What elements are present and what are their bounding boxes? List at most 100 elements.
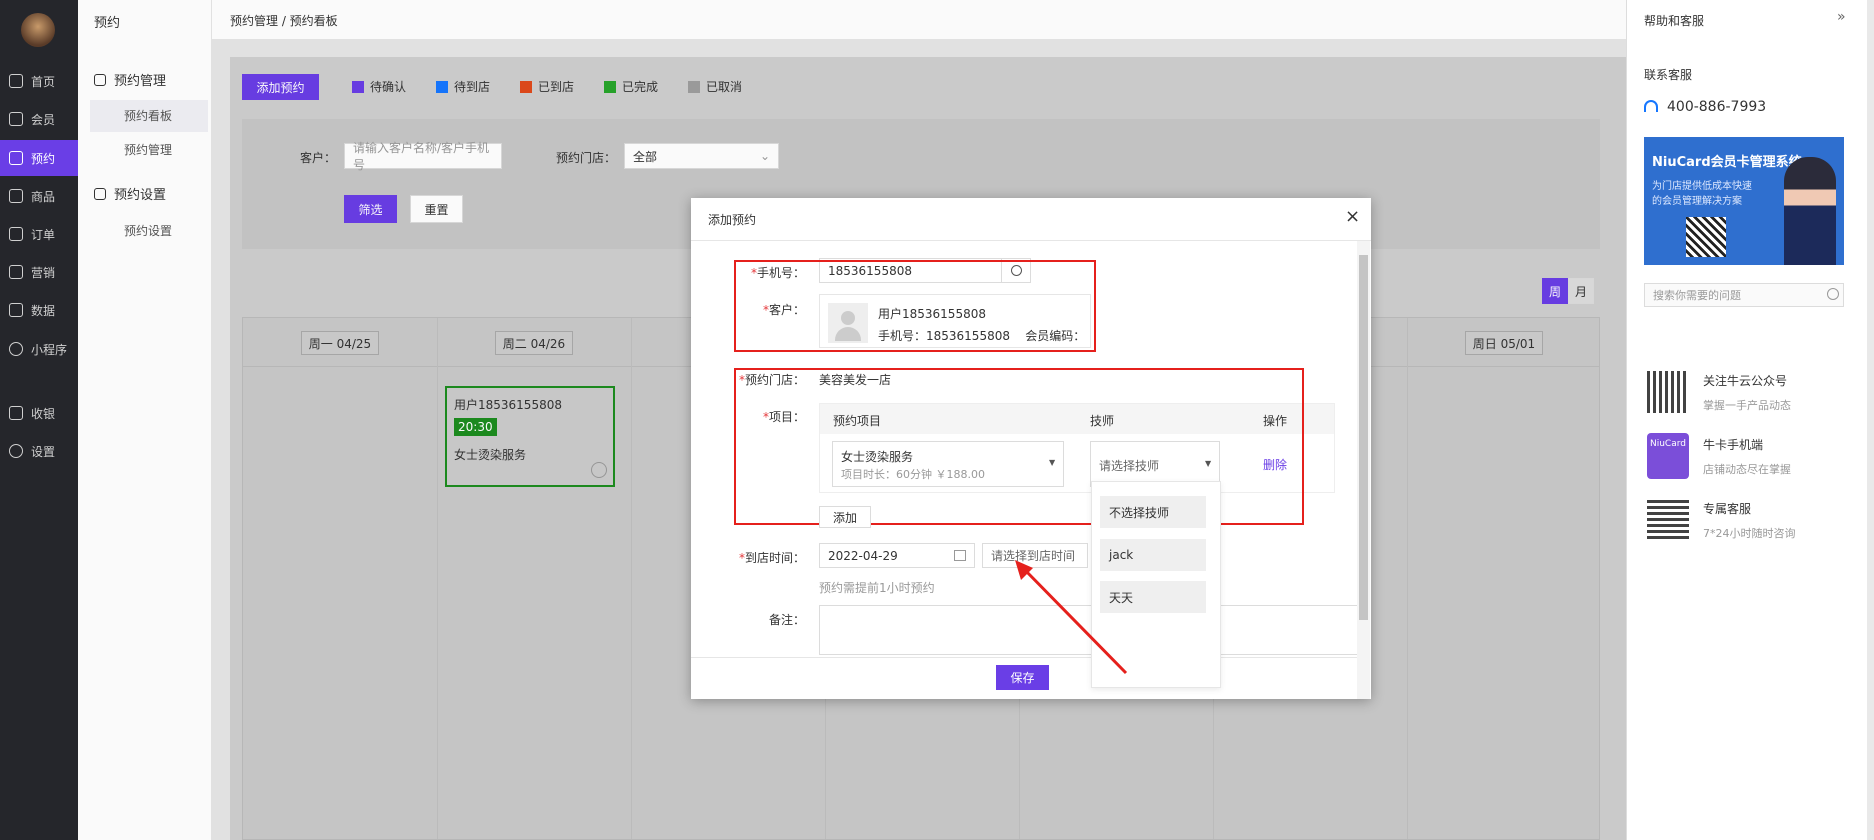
nav-label: 商品: [31, 189, 56, 204]
legend-arrived: 已到店: [520, 78, 574, 95]
avatar[interactable]: [21, 13, 55, 47]
modal-title: 添加预约: [708, 213, 757, 227]
customer-search-input[interactable]: 请输入客户名称/客户手机号: [344, 141, 502, 172]
home-icon: [9, 74, 23, 88]
banner-subtitle-2: 的会员管理解决方案: [1652, 196, 1742, 207]
link-title-wechat[interactable]: 关注牛云公众号: [1703, 372, 1787, 389]
close-icon[interactable]: ×: [1345, 206, 1360, 227]
search-icon[interactable]: [1827, 288, 1839, 300]
nav-item-member[interactable]: 会员: [0, 101, 78, 137]
order-icon: [9, 227, 23, 241]
grid-icon: [94, 187, 106, 200]
collapse-icon[interactable]: »: [1837, 9, 1846, 25]
nav-label: 营销: [31, 265, 56, 280]
contact-label: 联系客服: [1644, 68, 1693, 82]
link-title-mobile[interactable]: 牛卡手机端: [1703, 436, 1763, 453]
nav-item-settings[interactable]: 设置: [0, 433, 78, 469]
day-header-mon[interactable]: 周一 04/25: [301, 331, 379, 355]
day-divider: [631, 318, 632, 839]
time-hint: 预约需提前1小时预约: [819, 581, 935, 595]
legend-swatch: [352, 80, 364, 93]
legend-cancelled: 已取消: [688, 78, 742, 95]
banner-person-illustration: [1784, 157, 1836, 265]
settings-icon: [9, 444, 23, 458]
filter-button[interactable]: 筛选: [344, 195, 397, 223]
nav-item-marketing[interactable]: 营销: [0, 254, 78, 290]
calendar-icon: [954, 550, 966, 561]
legend-pending: 待确认: [352, 78, 406, 95]
calendar-icon: [9, 151, 23, 165]
link-title-support[interactable]: 专属客服: [1703, 500, 1751, 517]
nav-label: 数据: [31, 303, 56, 318]
nav-label: 订单: [31, 227, 56, 242]
legend-label: 已到店: [538, 80, 575, 94]
nav-label: 会员: [31, 112, 56, 127]
store-filter-label: 预约门店：: [556, 151, 617, 165]
add-booking-modal: 添加预约 × *手机号： 18536155808 *客户： 用户18536155…: [691, 198, 1371, 699]
nav-item-home[interactable]: 首页: [0, 63, 78, 99]
help-panel-scrollbar[interactable]: [1867, 0, 1874, 840]
nav-label: 首页: [31, 74, 56, 89]
week-view-button[interactable]: 周: [1542, 278, 1568, 304]
data-icon: [9, 303, 23, 317]
day-divider: [437, 318, 438, 839]
add-item-button[interactable]: 添加: [819, 506, 871, 528]
marketing-icon: [9, 265, 23, 279]
legend-label: 已完成: [622, 80, 659, 94]
date-value: 2022-04-29: [828, 548, 898, 563]
nav-item-data[interactable]: 数据: [0, 292, 78, 328]
modal-scrollbar[interactable]: [1357, 241, 1370, 699]
day-header-sun[interactable]: 周日 05/01: [1465, 331, 1543, 355]
booking-card[interactable]: 用户18536155808 20:30 女士烫染服务: [445, 386, 615, 487]
niucard-app-icon: NiuCard: [1647, 433, 1689, 479]
nav-label: 设置: [31, 444, 56, 459]
top-bar: 预约管理 / 预约看板: [212, 0, 1626, 40]
subnav-group-label: 预约管理: [114, 74, 167, 89]
booking-customer: 用户18536155808: [454, 398, 562, 412]
cashier-icon: [9, 406, 23, 420]
scrollbar-thumb[interactable]: [1359, 255, 1368, 620]
subnav-group-settings[interactable]: 预约设置: [94, 184, 166, 203]
banner-subtitle-1: 为门店提供低成本快速: [1652, 181, 1752, 192]
subnav-group-manage[interactable]: 预约管理: [94, 70, 166, 89]
legend-swatch: [436, 80, 448, 93]
grid-icon: [94, 73, 106, 86]
nav-item-goods[interactable]: 商品: [0, 178, 78, 214]
store-select[interactable]: 全部 ⌄: [624, 143, 779, 169]
promo-banner[interactable]: NiuCard会员卡管理系统 为门店提供低成本快速 的会员管理解决方案: [1644, 137, 1844, 265]
subnav-item-settings[interactable]: 预约设置: [90, 215, 208, 247]
qr-code-icon: [1647, 371, 1689, 413]
add-booking-button[interactable]: 添加预约: [242, 74, 319, 100]
day-header-tue[interactable]: 周二 04/26: [495, 331, 573, 355]
more-icon[interactable]: [591, 462, 607, 478]
main-nav: 首页 会员 预约 商品 订单 营销 数据 小程序 收银 设置: [0, 0, 78, 840]
subnav-item-manage[interactable]: 预约管理: [90, 134, 208, 166]
link-sub-support: 7*24小时随时咨询: [1703, 527, 1796, 540]
contact-phone: 400-886-7993: [1667, 99, 1767, 115]
highlight-box-customer: [734, 260, 1096, 352]
booking-service: 女士烫染服务: [454, 448, 527, 462]
help-panel: 帮助和客服 » 联系客服 400-886-7993 NiuCard会员卡管理系统…: [1626, 0, 1874, 840]
banner-title: NiuCard会员卡管理系统: [1652, 155, 1802, 170]
month-view-button[interactable]: 月: [1568, 278, 1594, 304]
day-divider: [1407, 318, 1408, 839]
subnav-item-board[interactable]: 预约看板: [90, 100, 208, 132]
time-label: *到店时间：: [738, 551, 805, 565]
help-search-input[interactable]: 搜索你需要的问题: [1644, 283, 1844, 307]
member-icon: [9, 112, 23, 126]
technician-option[interactable]: 不选择技师: [1100, 496, 1206, 528]
nav-label: 小程序: [31, 342, 68, 357]
link-sub-wechat: 掌握一手产品动态: [1703, 399, 1791, 412]
legend-swatch: [604, 80, 616, 93]
date-input[interactable]: 2022-04-29: [819, 543, 975, 568]
note-label: 备注：: [768, 613, 805, 627]
nav-item-orders[interactable]: 订单: [0, 216, 78, 252]
reset-button[interactable]: 重置: [410, 195, 463, 223]
legend-awaiting: 待到店: [436, 78, 490, 95]
chevron-down-icon: ⌄: [759, 149, 770, 163]
legend-swatch: [520, 80, 532, 93]
nav-item-miniprogram[interactable]: 小程序: [0, 331, 78, 367]
nav-item-cashier[interactable]: 收银: [0, 395, 78, 431]
legend-label: 待确认: [370, 80, 407, 94]
nav-item-booking[interactable]: 预约: [0, 140, 78, 176]
